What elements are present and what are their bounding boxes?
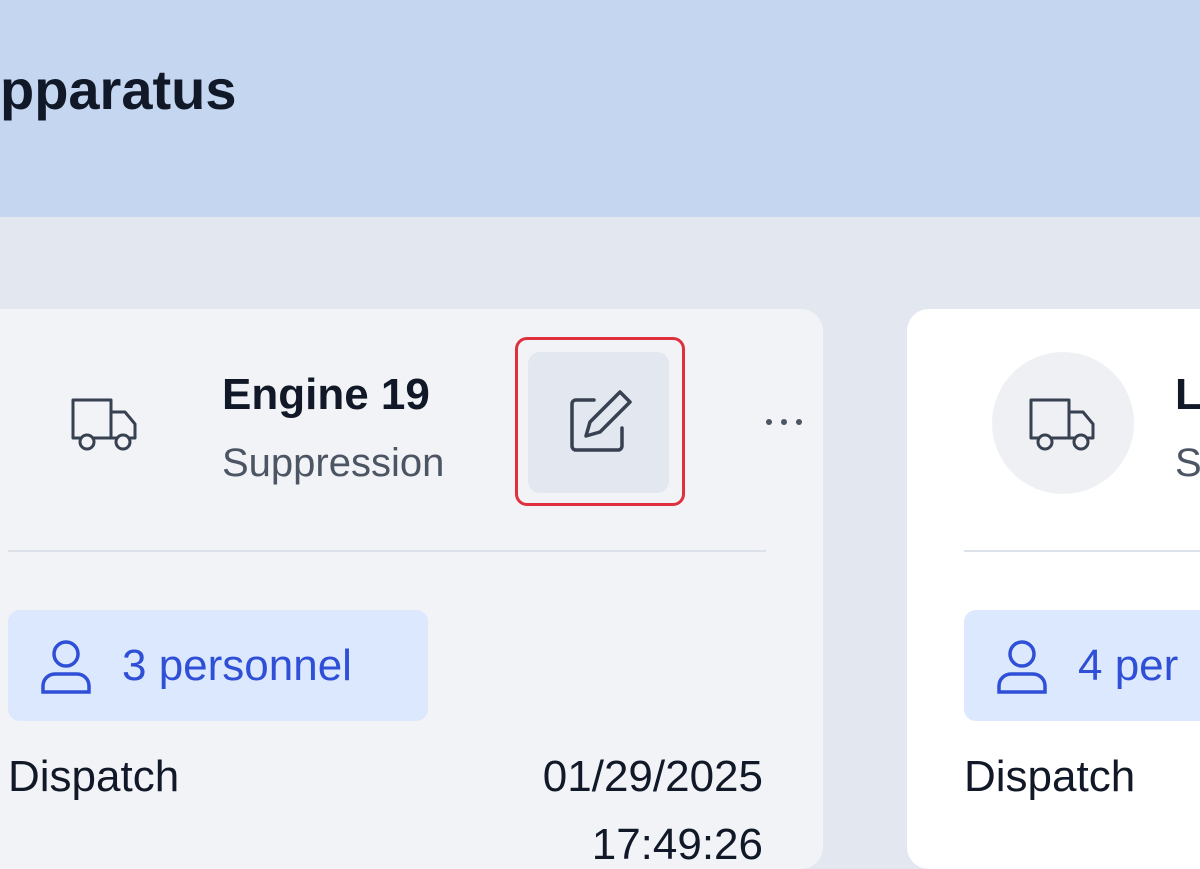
truck-icon: [1029, 398, 1095, 451]
dispatch-date: 01/29/2025: [542, 752, 763, 801]
more-dot: [796, 419, 802, 425]
dispatch-label: Dispatch: [8, 752, 180, 801]
page-title: pparatus: [0, 58, 237, 121]
more-options-button[interactable]: [766, 397, 823, 447]
card-divider: [8, 550, 766, 552]
edit-button[interactable]: [528, 352, 669, 493]
dispatch-label: Dispatch: [964, 752, 1136, 801]
apparatus-icon-container: [992, 352, 1134, 494]
truck-icon: [71, 398, 137, 451]
unit-type: S: [1175, 441, 1200, 485]
apparatus-card: L S 4 per Dispatch: [907, 309, 1200, 869]
personnel-badge[interactable]: 3 personnel: [8, 610, 428, 721]
personnel-count: 4 per: [1078, 640, 1179, 690]
unit-type: Suppression: [222, 441, 445, 485]
more-dot: [781, 419, 787, 425]
more-dot: [766, 419, 772, 425]
personnel-badge[interactable]: 4 per: [964, 610, 1200, 721]
page-header: pparatus: [0, 0, 1200, 217]
unit-name: L: [1175, 370, 1200, 419]
user-icon: [41, 639, 91, 694]
apparatus-icon-container: [34, 352, 176, 494]
personnel-count: 3 personnel: [122, 640, 352, 690]
card-divider: [964, 550, 1200, 552]
edit-icon: [569, 389, 632, 452]
dispatch-time: 17:49:26: [591, 820, 763, 869]
unit-name: Engine 19: [222, 370, 430, 419]
user-icon: [997, 639, 1047, 694]
apparatus-card: Engine 19 Suppression 3 personnel Dispat…: [0, 309, 823, 869]
